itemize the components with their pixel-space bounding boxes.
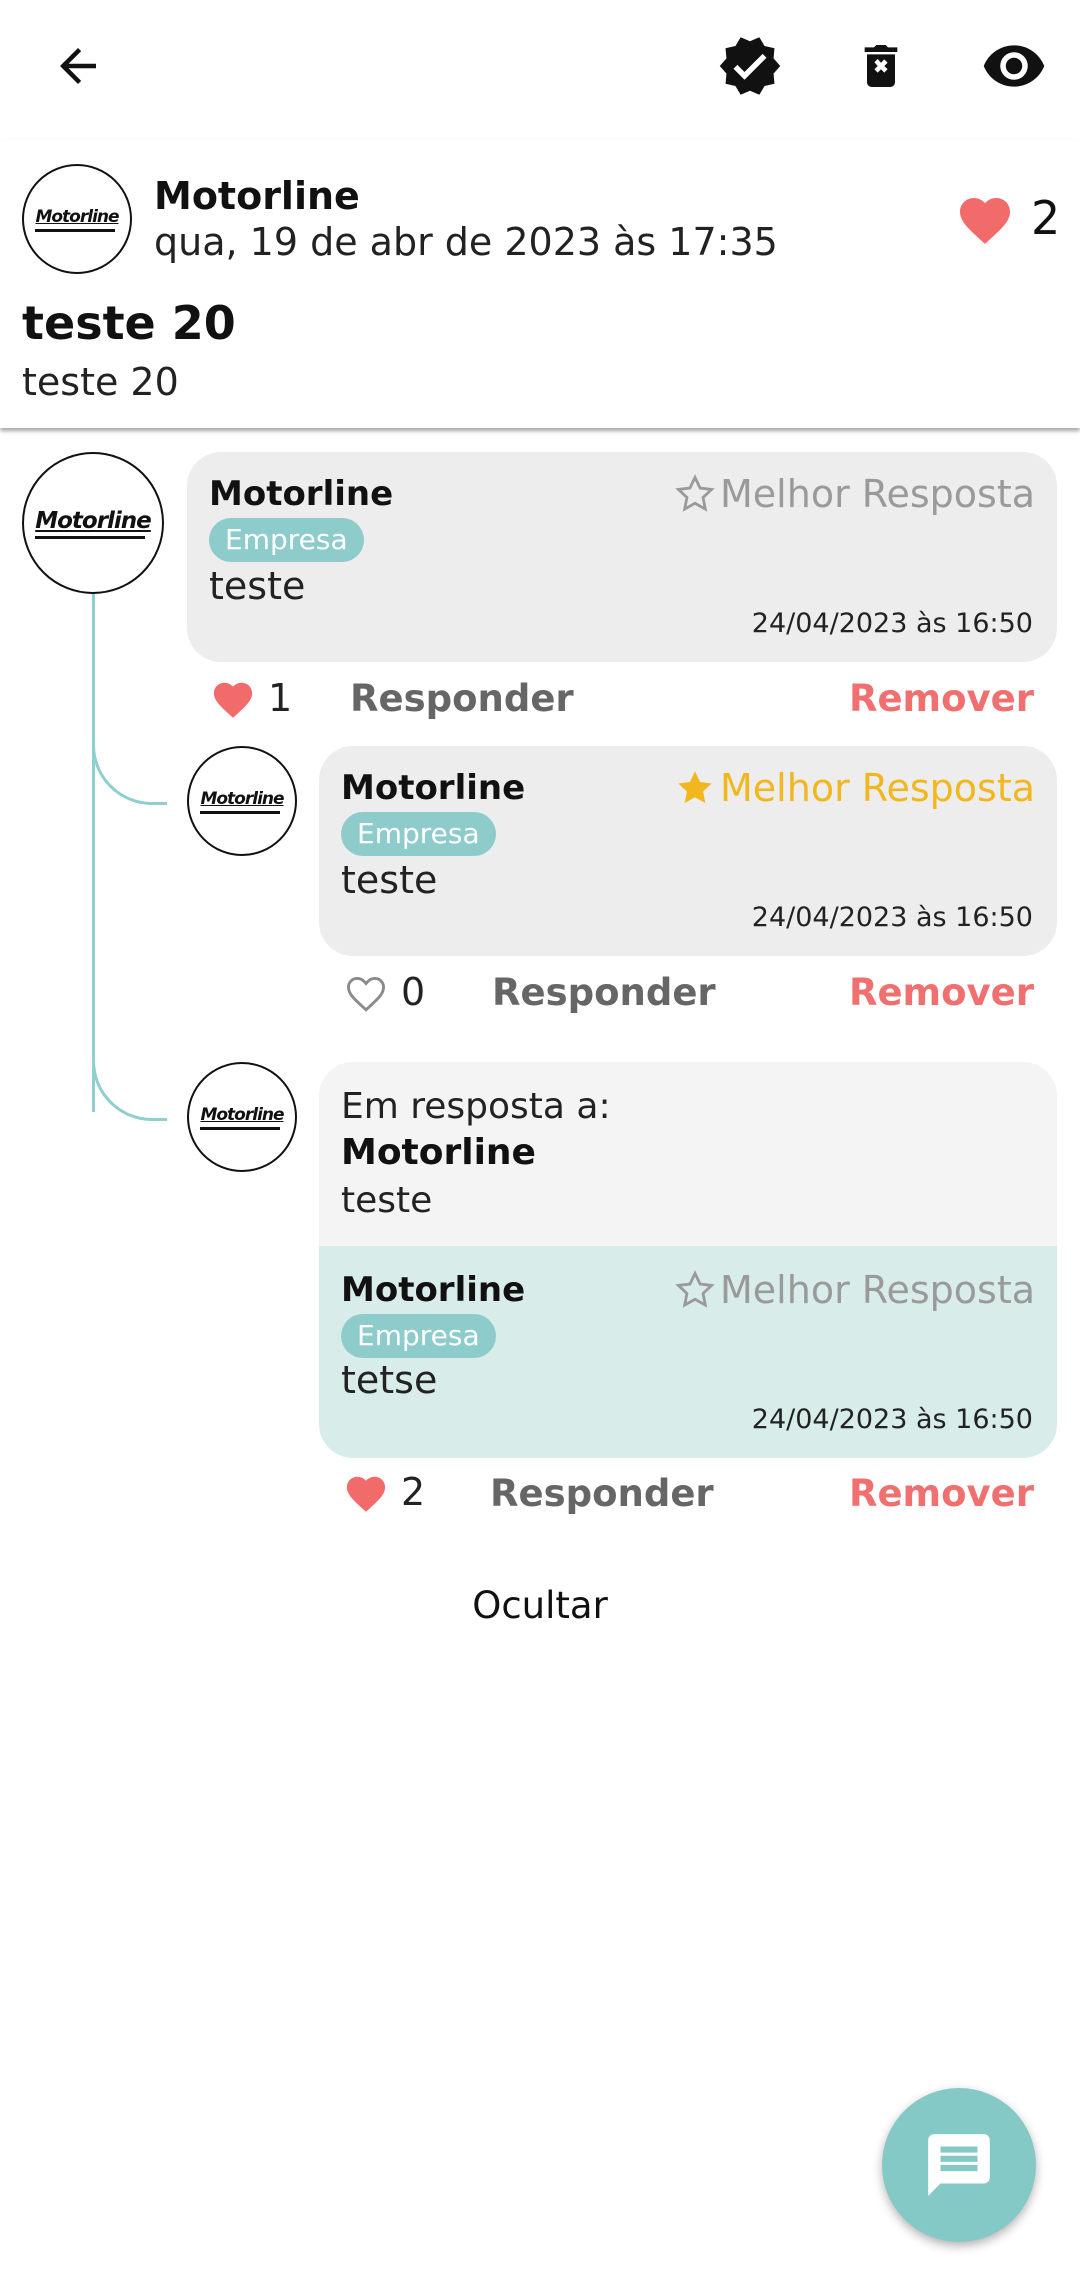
- avatar: Motorline: [187, 746, 297, 856]
- like-count: 1: [268, 676, 293, 720]
- hide-replies-label[interactable]: Ocultar: [472, 1584, 608, 1627]
- quote-text: teste: [341, 1180, 433, 1221]
- comment-author: Motorline: [209, 474, 394, 514]
- best-answer-button[interactable]: Melhor Resposta: [674, 766, 1035, 810]
- avatar: Motorline: [187, 1062, 297, 1172]
- arrow-back-icon[interactable]: [42, 30, 114, 102]
- heart-icon: [960, 198, 1010, 244]
- comment-text: tetse: [341, 1358, 438, 1402]
- star-outline-icon: [675, 1270, 715, 1308]
- like-count: 0: [401, 970, 426, 1014]
- reply-button[interactable]: Responder: [492, 971, 716, 1014]
- post-title: teste 20: [22, 296, 236, 350]
- comment-date: 24/04/2023 às 16:50: [751, 608, 1033, 639]
- company-badge: Empresa: [209, 518, 364, 562]
- post-like-count: 2: [1031, 191, 1061, 245]
- post-like-button[interactable]: 2: [955, 190, 1060, 246]
- post-date: qua, 19 de abr de 2023 às 17:35: [154, 220, 778, 264]
- heart-outline-icon: [347, 977, 385, 1012]
- comment-bubble: Motorline Melhor Resposta Empresa teste …: [187, 452, 1057, 662]
- comment-bubble: Motorline Melhor Resposta Empresa teste …: [319, 746, 1057, 956]
- comment-date: 24/04/2023 às 16:50: [751, 902, 1033, 933]
- comment-author: Motorline: [341, 1270, 526, 1310]
- remove-button[interactable]: Remover: [849, 1472, 1034, 1515]
- comment-text: teste: [209, 564, 306, 608]
- star-outline-icon: [675, 474, 715, 512]
- delete-icon[interactable]: [845, 30, 917, 102]
- thread-branch: [92, 1046, 167, 1121]
- post-header: Motorline Motorline qua, 19 de abr de 20…: [0, 140, 1080, 428]
- reply-button[interactable]: Responder: [350, 677, 574, 720]
- like-button[interactable]: 1: [210, 676, 292, 720]
- company-badge: Empresa: [341, 812, 496, 856]
- comment-text: teste: [341, 858, 438, 902]
- post-author: Motorline: [154, 174, 360, 218]
- star-filled-icon: [678, 771, 712, 804]
- comment-date: 24/04/2023 às 16:50: [751, 1404, 1033, 1435]
- heart-icon: [213, 682, 253, 718]
- quoted-reply: Em resposta a: Motorline teste: [319, 1062, 1057, 1246]
- heart-icon: [346, 1476, 386, 1512]
- remove-button[interactable]: Remover: [849, 971, 1034, 1014]
- like-button[interactable]: 2: [343, 1470, 425, 1514]
- quote-author: Motorline: [341, 1132, 536, 1173]
- comment-author: Motorline: [341, 768, 526, 808]
- verified-badge-icon[interactable]: [714, 30, 786, 102]
- chat-icon: [928, 2134, 990, 2196]
- thread-branch: [92, 730, 167, 805]
- best-answer-button[interactable]: Melhor Resposta: [674, 1268, 1035, 1312]
- comment-bubble: Em resposta a: Motorline teste Motorline…: [319, 1062, 1057, 1458]
- top-bar: [0, 0, 1080, 140]
- company-badge: Empresa: [341, 1314, 496, 1358]
- like-count: 2: [401, 1470, 426, 1514]
- reply-content: Motorline Melhor Resposta Empresa tetse …: [319, 1246, 1057, 1458]
- reply-button[interactable]: Responder: [490, 1472, 714, 1515]
- hide-replies-button[interactable]: Ocultar: [0, 1584, 1080, 1627]
- eye-icon[interactable]: [978, 30, 1050, 102]
- avatar: Motorline: [22, 452, 164, 594]
- logo-text: Motorline: [35, 206, 119, 227]
- quote-label: Em resposta a:: [341, 1086, 611, 1127]
- thread-line: [92, 592, 95, 1112]
- remove-button[interactable]: Remover: [849, 677, 1034, 720]
- best-answer-button[interactable]: Melhor Resposta: [674, 472, 1035, 516]
- avatar: Motorline: [22, 164, 132, 274]
- like-button[interactable]: 0: [343, 970, 425, 1014]
- post-body: teste 20: [22, 360, 179, 404]
- comment-fab[interactable]: [882, 2088, 1036, 2242]
